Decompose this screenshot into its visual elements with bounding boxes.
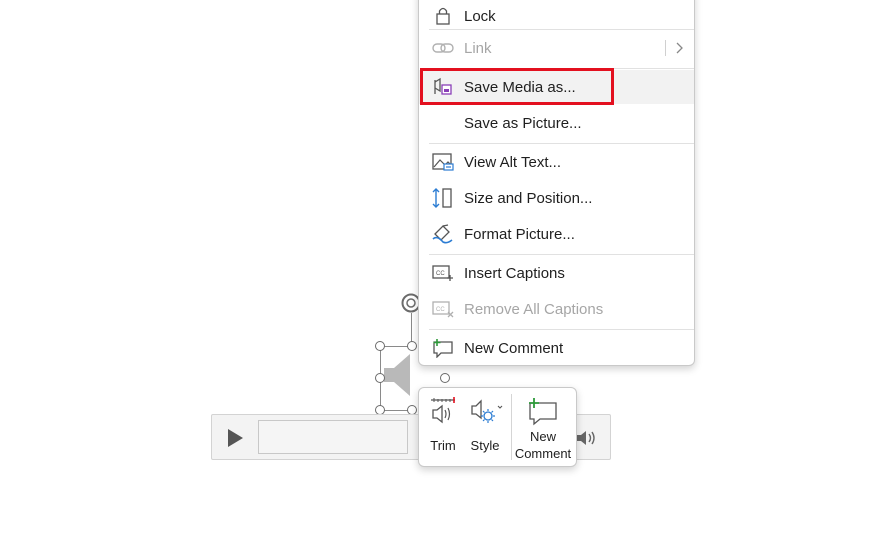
style-button[interactable]: Style bbox=[465, 388, 505, 466]
trim-label: Trim bbox=[430, 438, 456, 453]
size-position-icon bbox=[432, 188, 452, 208]
context-menu: Lock Link Save Media as... Save as Pictu… bbox=[418, 0, 695, 366]
alt-text-icon bbox=[432, 153, 454, 171]
menu-item-label: Save as Picture... bbox=[464, 115, 582, 132]
volume-icon[interactable] bbox=[576, 428, 598, 448]
menu-item-label: Remove All Captions bbox=[464, 301, 604, 318]
menu-separator bbox=[429, 143, 694, 144]
chevron-right-icon bbox=[676, 42, 683, 54]
menu-item-save-as-picture[interactable]: Save as Picture... bbox=[419, 106, 694, 140]
menu-item-size-and-position[interactable]: Size and Position... bbox=[419, 181, 694, 215]
insert-captions-icon: CC bbox=[432, 265, 453, 281]
menu-item-label: Link bbox=[464, 40, 492, 57]
new-comment-icon bbox=[433, 339, 453, 358]
mini-toolbar: Trim Style New Comment bbox=[418, 387, 577, 467]
audio-style-icon bbox=[471, 399, 503, 423]
menu-item-label: Size and Position... bbox=[464, 190, 593, 207]
remove-captions-icon: CC bbox=[432, 301, 454, 318]
format-picture-icon bbox=[432, 224, 453, 244]
submenu-divider bbox=[665, 40, 666, 56]
menu-item-label: View Alt Text... bbox=[464, 154, 561, 171]
new-comment-label-line2: Comment bbox=[514, 446, 572, 461]
resize-handle-top-left[interactable] bbox=[375, 341, 385, 351]
menu-item-insert-captions[interactable]: CC Insert Captions bbox=[419, 256, 694, 290]
lock-icon bbox=[436, 7, 450, 25]
resize-handle-right[interactable] bbox=[440, 373, 450, 383]
media-progress-track[interactable] bbox=[258, 420, 408, 454]
audio-speaker-icon[interactable] bbox=[380, 350, 420, 400]
menu-item-new-comment[interactable]: New Comment bbox=[419, 331, 694, 365]
menu-separator bbox=[429, 29, 694, 30]
highlight-annotation bbox=[420, 68, 614, 105]
menu-item-label: Format Picture... bbox=[464, 226, 575, 243]
menu-item-label: Insert Captions bbox=[464, 265, 565, 282]
resize-handle-left[interactable] bbox=[375, 373, 385, 383]
menu-item-label: New Comment bbox=[464, 340, 564, 357]
menu-item-remove-all-captions[interactable]: CC Remove All Captions bbox=[419, 292, 694, 326]
resize-handle-top[interactable] bbox=[407, 341, 417, 351]
menu-item-format-picture[interactable]: Format Picture... bbox=[419, 217, 694, 251]
menu-item-link[interactable]: Link bbox=[419, 31, 694, 65]
menu-item-label: Lock bbox=[464, 8, 496, 25]
menu-separator bbox=[429, 254, 694, 255]
svg-text:CC: CC bbox=[436, 307, 445, 313]
menu-separator bbox=[429, 329, 694, 330]
menu-item-view-alt-text[interactable]: View Alt Text... bbox=[419, 145, 694, 179]
new-comment-icon bbox=[529, 398, 557, 426]
svg-text:CC: CC bbox=[436, 271, 445, 277]
toolbar-divider bbox=[511, 394, 512, 460]
new-comment-label-line1: New bbox=[529, 429, 556, 444]
play-icon[interactable] bbox=[225, 427, 245, 449]
new-comment-button[interactable]: New Comment bbox=[513, 388, 573, 466]
style-label: Style bbox=[470, 438, 500, 453]
link-icon bbox=[432, 43, 454, 53]
trim-button[interactable]: Trim bbox=[421, 388, 465, 466]
trim-audio-icon bbox=[431, 397, 455, 424]
